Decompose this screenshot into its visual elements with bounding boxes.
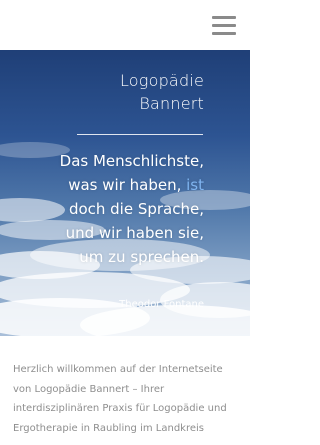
intro-line-4: Ergotherapie in Raubling im Landkreis — [13, 422, 204, 434]
top-bar — [0, 0, 250, 50]
quote-line-4: und wir haben sie, — [65, 224, 204, 242]
menu-bar — [212, 16, 236, 19]
menu-bar — [212, 24, 236, 27]
quote-author: Theodor Fontane — [119, 299, 204, 310]
quote-line-2-text: was wir haben, — [68, 176, 187, 194]
quote-line-3: doch die Sprache, — [68, 200, 204, 218]
quote-accent-word: ist — [186, 176, 204, 194]
intro-text: Herzlich willkommen auf der Internetseit… — [13, 360, 245, 438]
brand-line-1: Logopädie — [119, 71, 204, 90]
quote-line-5: um zu sprechen. — [79, 248, 204, 266]
quote: Das Menschlichste, was wir haben, ist do… — [4, 149, 204, 269]
brand-line-2: Bannert — [139, 94, 204, 113]
divider — [77, 134, 203, 135]
intro-line-3: interdisziplinären Praxis für Logopädie … — [13, 403, 227, 414]
quote-line-2: was wir haben, ist — [4, 173, 204, 197]
intro-line-2: von Logopädie Bannert – Ihrer — [13, 383, 165, 395]
hamburger-menu-icon[interactable] — [212, 16, 238, 36]
hero-banner: Logopädie Bannert Das Menschlichste, was… — [0, 50, 250, 336]
menu-bar — [212, 32, 236, 35]
brand-title: Logopädie Bannert — [120, 69, 204, 115]
quote-line-1: Das Menschlichste, — [59, 152, 204, 170]
intro-line-1: Herzlich willkommen auf der Internetseit… — [13, 364, 223, 375]
